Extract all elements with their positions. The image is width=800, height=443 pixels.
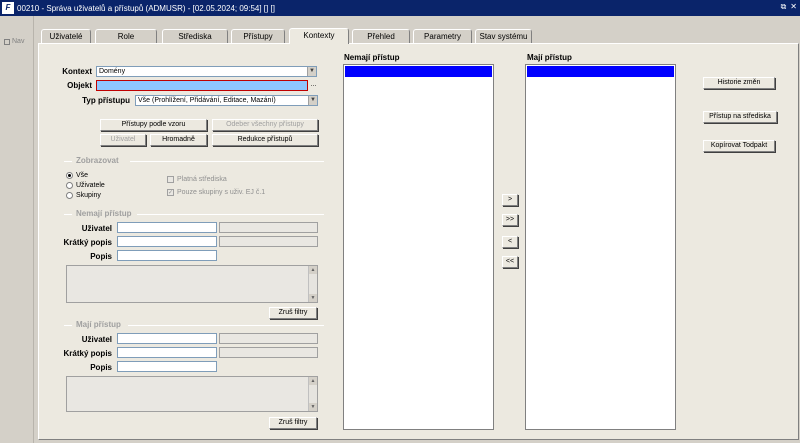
- scroll-up-icon[interactable]: ▲: [309, 377, 317, 385]
- scrollbar[interactable]: ▲ ▼: [308, 266, 317, 302]
- kontext-label: Kontext: [62, 67, 92, 76]
- zobrazovat-divider: [130, 161, 324, 162]
- nemaji-popis-input[interactable]: [117, 250, 217, 261]
- close-icon[interactable]: ✕: [790, 2, 797, 12]
- pristup-na-strediska-button[interactable]: Přístup na střediska: [703, 111, 777, 123]
- nemaji-uzivatel-input[interactable]: [117, 222, 217, 233]
- radio-vse-label: Vše: [76, 172, 89, 179]
- typ-pristupu-label: Typ přístupu: [82, 96, 130, 105]
- redukce-pristupu-button[interactable]: Redukce přístupů: [212, 134, 318, 146]
- move-right-button[interactable]: >: [502, 194, 518, 206]
- uzivatel-button[interactable]: Uživatel: [100, 134, 146, 146]
- nemaji-pristup-list[interactable]: [343, 64, 494, 430]
- pristupy-podle-vzoru-button[interactable]: Přístupy podle vzoru: [100, 119, 207, 131]
- typ-pristupu-value: Vše (Prohlížení, Přidávání, Editace, Maz…: [138, 97, 276, 104]
- nemaji-divider: [137, 214, 324, 215]
- window-titlebar: F 00210 - Správa uživatelů a přístupů (A…: [0, 0, 800, 16]
- app-icon: F: [2, 2, 14, 14]
- maji-popis-label: Popis: [90, 363, 112, 372]
- maji-kratky-extra: [219, 347, 318, 358]
- nemaji-divider: [64, 214, 72, 215]
- nemaji-kratky-input[interactable]: [117, 236, 217, 247]
- nemaji-kratky-extra: [219, 236, 318, 247]
- objekt-label: Objekt: [67, 81, 92, 90]
- kopirovat-todpakt-button[interactable]: Kopírovat Todpakt: [703, 140, 775, 152]
- radio-skupiny-label: Skupiny: [76, 192, 101, 199]
- zobrazovat-divider: [64, 161, 72, 162]
- maji-uzivatel-input[interactable]: [117, 333, 217, 344]
- maji-kratky-input[interactable]: [117, 347, 217, 358]
- tab-parametry[interactable]: Parametry: [413, 29, 472, 43]
- restore-icon[interactable]: ⧉: [781, 2, 787, 12]
- scroll-down-icon[interactable]: ▼: [309, 403, 317, 411]
- pouze-skupiny-check[interactable]: ✓ Pouze skupiny s uživ. EJ č.1: [167, 189, 265, 196]
- tab-pristupy[interactable]: Přístupy: [231, 29, 285, 43]
- nemaji-uzivatel-name: [219, 222, 318, 233]
- scroll-up-icon[interactable]: ▲: [309, 266, 317, 274]
- maji-uzivatel-name: [219, 333, 318, 344]
- nav-label: Nav: [12, 38, 25, 45]
- chevron-down-icon[interactable]: ▼: [307, 67, 316, 76]
- zrus-filtry-button-2[interactable]: Zruš filtry: [269, 417, 317, 429]
- maji-list-header: Mají přístup: [527, 53, 572, 62]
- window-controls: ⧉ ✕: [781, 2, 797, 12]
- objekt-field[interactable]: [96, 80, 308, 91]
- maji-pristup-list[interactable]: [525, 64, 676, 430]
- radio-dot: [66, 182, 73, 189]
- list-selected-row[interactable]: [345, 66, 492, 77]
- window-title: 00210 - Správa uživatelů a přístupů (ADM…: [17, 3, 275, 13]
- maji-divider: [64, 325, 72, 326]
- nemaji-filter-header: Nemají přístup: [76, 209, 132, 218]
- kontext-select[interactable]: Domény ▼: [96, 66, 317, 77]
- maji-filter-header: Mají přístup: [76, 320, 121, 329]
- move-all-right-button[interactable]: >>: [502, 214, 518, 226]
- list-selected-row[interactable]: [527, 66, 674, 77]
- radio-uzivatele-label: Uživatele: [76, 182, 105, 189]
- maji-kratky-label: Krátký popis: [63, 349, 112, 358]
- tab-role[interactable]: Role: [95, 29, 157, 43]
- nav-button[interactable]: Nav: [4, 38, 24, 45]
- maji-divider: [128, 325, 324, 326]
- odeber-vsechny-button[interactable]: Odeber všechny přístupy: [212, 119, 318, 131]
- nemaji-uzivatel-label: Uživatel: [81, 224, 112, 233]
- left-toolbar: Nav: [0, 16, 34, 443]
- tab-strediska[interactable]: Střediska: [162, 29, 228, 43]
- maji-uzivatel-label: Uživatel: [81, 335, 112, 344]
- checkbox: ✓: [167, 189, 174, 196]
- scroll-down-icon[interactable]: ▼: [309, 294, 317, 302]
- pouze-skupiny-label: Pouze skupiny s uživ. EJ č.1: [177, 189, 266, 196]
- radio-vse[interactable]: Vše: [66, 172, 88, 179]
- radio-dot: [66, 192, 73, 199]
- scrollbar[interactable]: ▲ ▼: [308, 377, 317, 411]
- maji-popis-input[interactable]: [117, 361, 217, 372]
- chevron-down-icon[interactable]: ▼: [308, 96, 317, 105]
- checkbox: [167, 176, 174, 183]
- zrus-filtry-button-1[interactable]: Zruš filtry: [269, 307, 317, 319]
- platna-strediska-check[interactable]: Platná střediska: [167, 176, 227, 183]
- move-all-left-button[interactable]: <<: [502, 256, 518, 268]
- maji-popis-textarea[interactable]: ▲ ▼: [66, 376, 318, 412]
- kontext-value: Domény: [99, 68, 126, 75]
- radio-uzivatele[interactable]: Uživatele: [66, 182, 105, 189]
- nemaji-list-header: Nemají přístup: [344, 53, 400, 62]
- move-left-button[interactable]: <: [502, 236, 518, 248]
- tab-kontexty[interactable]: Kontexty: [289, 28, 349, 44]
- zobrazovat-header: Zobrazovat: [76, 156, 119, 165]
- typ-pristupu-select[interactable]: Vše (Prohlížení, Přidávání, Editace, Maz…: [135, 95, 318, 106]
- radio-dot: [66, 172, 73, 179]
- radio-skupiny[interactable]: Skupiny: [66, 192, 101, 199]
- nav-icon: [4, 38, 10, 45]
- historie-zmen-button[interactable]: Historie změn: [703, 77, 775, 89]
- tab-stav-systemu[interactable]: Stav systému: [475, 29, 532, 43]
- nemaji-popis-textarea[interactable]: ▲ ▼: [66, 265, 318, 303]
- nemaji-popis-label: Popis: [90, 252, 112, 261]
- platna-strediska-label: Platná střediska: [177, 176, 227, 183]
- tab-uzivatele[interactable]: Uživatelé: [41, 29, 91, 43]
- tab-prehled[interactable]: Přehled: [352, 29, 410, 43]
- hromadne-button[interactable]: Hromadně: [150, 134, 207, 146]
- nemaji-kratky-label: Krátký popis: [63, 238, 112, 247]
- objekt-lov-button[interactable]: ...: [309, 80, 318, 91]
